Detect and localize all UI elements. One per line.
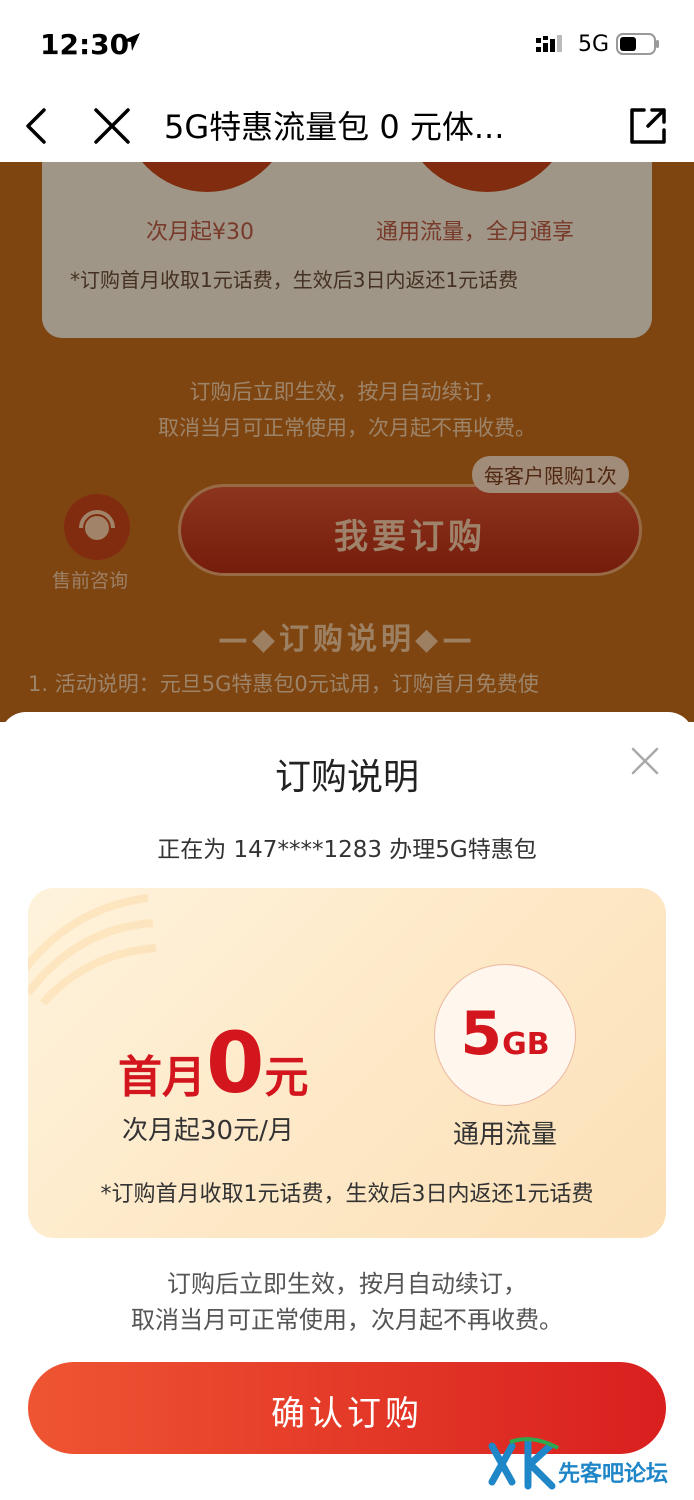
info-line: 订购后立即生效，按月自动续订， <box>167 1270 527 1298</box>
offer-note: *订购首月收取1元话费，生效后3日内返还1元话费 <box>100 1182 594 1207</box>
sheet-subtitle: 正在为 147****1283 办理5G特惠包 <box>157 837 537 863</box>
nav-bar: 5G特惠流量包 0 元体... <box>0 90 694 162</box>
sheet-title: 订购说明 <box>274 757 419 798</box>
forum-watermark-text: 先客吧论坛 <box>558 1462 669 1487</box>
location-arrow-icon <box>122 33 140 51</box>
status-time: 12:30 <box>40 28 130 61</box>
price-prefix: 首月 <box>118 1052 206 1103</box>
forum-logo-icon <box>488 1437 559 1490</box>
back-icon[interactable] <box>18 102 58 150</box>
close-icon[interactable] <box>88 102 136 150</box>
offer-card: 首月0元 次月起30元/月 5GB 通用流量 *订购首月收取1元话费，生效后3日… <box>28 888 666 1238</box>
share-icon[interactable] <box>624 102 672 150</box>
info-line: 取消当月可正常使用，次月起不再收费。 <box>131 1306 563 1334</box>
confirm-order-label: 确认订购 <box>271 1394 423 1434</box>
signal-icon <box>536 35 562 52</box>
first-month-price: 首月0元 <box>118 1014 308 1112</box>
data-amount-badge: 5GB <box>434 964 576 1106</box>
next-month-price: 次月起30元/月 <box>122 1116 294 1146</box>
data-unit: GB <box>502 1027 550 1062</box>
data-value: 5 <box>460 999 503 1069</box>
price-value: 0 <box>206 1014 265 1112</box>
order-sheet: 订购说明 正在为 147****1283 办理5G特惠包 首月0元 次月起30元… <box>0 712 694 1500</box>
brand-watermark-icon <box>28 894 157 1006</box>
page-title: 5G特惠流量包 0 元体... <box>164 108 505 146</box>
confirm-order-button[interactable]: 确认订购 <box>28 1362 666 1454</box>
data-label: 通用流量 <box>452 1120 557 1150</box>
status-bar: 12:30 5G <box>0 0 694 90</box>
close-icon[interactable] <box>628 744 662 778</box>
data-amount: 5GB <box>435 999 575 1069</box>
background-page: 次月起¥30 通用流量，全月通享 *订购首月收取1元话费，生效后3日内返还1元话… <box>0 162 694 722</box>
dim-overlay[interactable] <box>0 162 694 722</box>
battery-icon <box>616 33 659 55</box>
network-type: 5G <box>578 32 610 57</box>
price-unit: 元 <box>264 1052 309 1103</box>
